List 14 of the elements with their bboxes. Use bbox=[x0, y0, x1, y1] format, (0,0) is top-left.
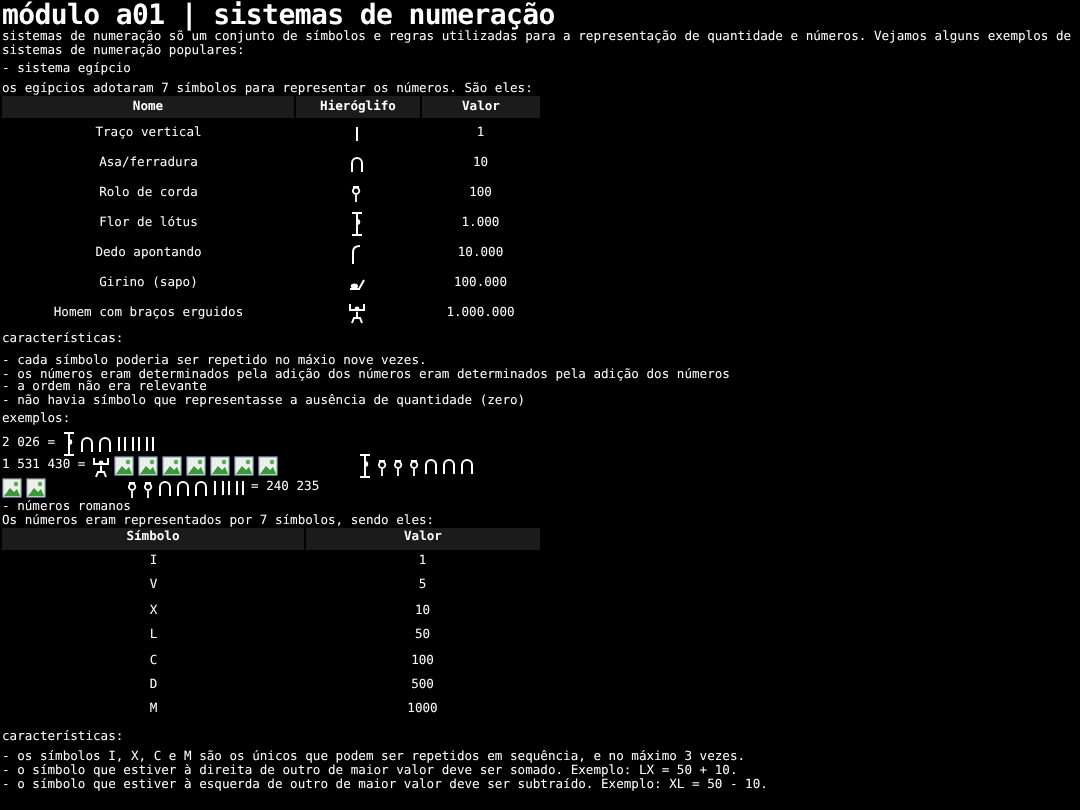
kneeling-figure-icon bbox=[91, 455, 110, 478]
broken-image-icon bbox=[233, 456, 254, 477]
broken-image-icon bbox=[137, 456, 158, 477]
broken-image-icon bbox=[113, 456, 134, 477]
broken-image-icon bbox=[26, 478, 46, 499]
arch-icon bbox=[349, 155, 363, 172]
kneeling-figure-icon bbox=[347, 302, 365, 325]
broken-image-icon bbox=[185, 456, 206, 477]
broken-image-icon bbox=[2, 478, 22, 499]
page-title: módulo a01 | sistemas de numeração bbox=[2, 0, 557, 32]
broken-image-icon bbox=[257, 456, 278, 477]
broken-image-icon bbox=[209, 456, 230, 477]
broken-image-icon bbox=[161, 456, 182, 477]
vertical-stroke-icon bbox=[353, 125, 359, 142]
